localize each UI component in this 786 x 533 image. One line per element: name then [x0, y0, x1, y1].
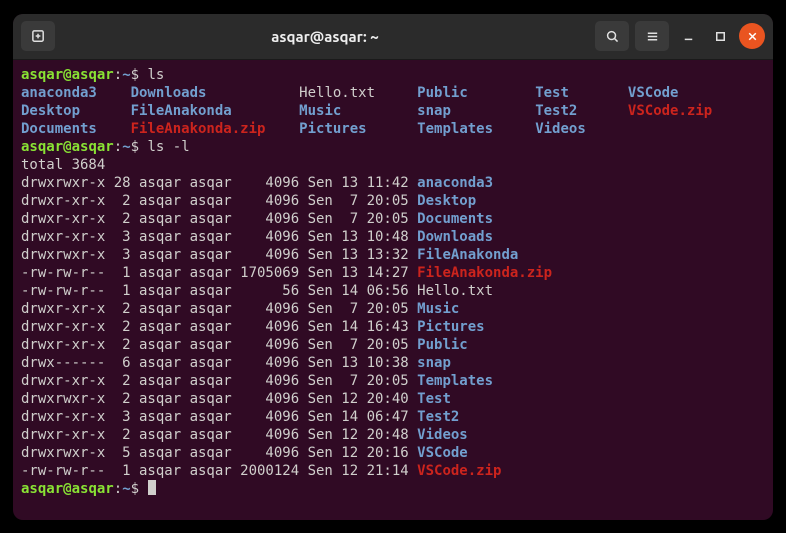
lsl-row-name: Public [417, 337, 468, 353]
ls-entry: Public [417, 85, 518, 101]
lsl-row-name: Music [417, 301, 459, 317]
prompt-path: ~ [122, 139, 130, 155]
ls-entry: FileAnakonda [131, 103, 283, 119]
prompt-host: asqar [72, 481, 114, 497]
prompt-host: asqar [72, 67, 114, 83]
lsl-row-name: Test2 [417, 409, 459, 425]
terminal-body[interactable]: asqar@asqar:~$ ls anaconda3 Downloads He… [13, 60, 773, 520]
lsl-row-name: Pictures [417, 319, 484, 335]
lsl-row-meta: -rw-rw-r-- 1 asqar asqar 2000124 Sen 12 … [21, 463, 417, 479]
lsl-row-meta: drwx------ 6 asqar asqar 4096 Sen 13 10:… [21, 355, 417, 371]
ls-entry: anaconda3 [21, 85, 114, 101]
lsl-row-meta: drwxr-xr-x 2 asqar asqar 4096 Sen 14 16:… [21, 319, 417, 335]
prompt-colon: : [114, 67, 122, 83]
lsl-row-name: anaconda3 [417, 175, 493, 191]
titlebar: asqar@asqar: ~ [13, 14, 773, 60]
lsl-row-name: VSCode [417, 445, 468, 461]
minimize-button[interactable] [675, 23, 701, 49]
lsl-row-meta: -rw-rw-r-- 1 asqar asqar 56 Sen 14 06:56 [21, 283, 417, 299]
lsl-row-name: FileAnakonda [417, 247, 518, 263]
hamburger-icon [645, 29, 660, 44]
ls-entry: VSCode [628, 85, 679, 101]
ls-entry: snap [417, 103, 518, 119]
lsl-row-meta: drwxr-xr-x 2 asqar asqar 4096 Sen 7 20:0… [21, 373, 417, 389]
prompt-colon: : [114, 481, 122, 497]
command-text: ls -l [148, 139, 190, 155]
prompt-path: ~ [122, 67, 130, 83]
ls-entry: Templates [417, 121, 518, 137]
ls-entry: Desktop [21, 103, 114, 119]
lsl-row-name: Downloads [417, 229, 493, 245]
lsl-row-name: Documents [417, 211, 493, 227]
lsl-row-meta: drwxr-xr-x 2 asqar asqar 4096 Sen 7 20:0… [21, 337, 417, 353]
ls-entry: Documents [21, 121, 114, 137]
lsl-row-meta: drwxrwxr-x 28 asqar asqar 4096 Sen 13 11… [21, 175, 417, 191]
prompt-dollar: $ [131, 139, 139, 155]
ls-entry: Downloads [131, 85, 283, 101]
lsl-row-meta: drwxrwxr-x 2 asqar asqar 4096 Sen 12 20:… [21, 391, 417, 407]
ls-entry: Test2 [535, 103, 611, 119]
window-title: asqar@asqar: ~ [271, 28, 378, 45]
lsl-row-name: FileAnakonda.zip [417, 265, 552, 281]
prompt-sep: @ [63, 139, 71, 155]
lsl-row-meta: drwxr-xr-x 3 asqar asqar 4096 Sen 13 10:… [21, 229, 417, 245]
prompt-user: asqar [21, 67, 63, 83]
lsl-row-name: Hello.txt [417, 283, 493, 299]
command-text: ls [148, 67, 165, 83]
cursor [148, 480, 156, 495]
lsl-row-name: VSCode.zip [417, 463, 501, 479]
close-icon [745, 29, 760, 44]
lsl-row-meta: -rw-rw-r-- 1 asqar asqar 1705069 Sen 13 … [21, 265, 417, 281]
prompt-user: asqar [21, 139, 63, 155]
ls-entry: FileAnakonda.zip [131, 121, 283, 137]
minimize-icon [681, 29, 696, 44]
prompt-path: ~ [122, 481, 130, 497]
prompt-host: asqar [72, 139, 114, 155]
lsl-row-meta: drwxr-xr-x 2 asqar asqar 4096 Sen 12 20:… [21, 427, 417, 443]
lsl-row-name: snap [417, 355, 451, 371]
ls-entry: Music [299, 103, 400, 119]
ls-entry: Hello.txt [299, 85, 400, 101]
lsl-total: total 3684 [21, 157, 105, 173]
prompt-sep: @ [63, 67, 71, 83]
lsl-row-name: Templates [417, 373, 493, 389]
lsl-row-meta: drwxr-xr-x 2 asqar asqar 4096 Sen 7 20:0… [21, 211, 417, 227]
ls-entry: Pictures [299, 121, 400, 137]
lsl-row-name: Test [417, 391, 451, 407]
maximize-icon [713, 29, 728, 44]
ls-entry: VSCode.zip [628, 103, 712, 119]
ls-entry: Test [535, 85, 611, 101]
search-icon [605, 29, 620, 44]
lsl-row-meta: drwxr-xr-x 2 asqar asqar 4096 Sen 7 20:0… [21, 193, 417, 209]
ls-entry: Videos [535, 121, 611, 137]
maximize-button[interactable] [707, 23, 733, 49]
close-button[interactable] [739, 23, 765, 49]
new-tab-icon [31, 29, 46, 44]
search-button[interactable] [595, 21, 629, 51]
menu-button[interactable] [635, 21, 669, 51]
lsl-row-meta: drwxrwxr-x 3 asqar asqar 4096 Sen 13 13:… [21, 247, 417, 263]
lsl-row-meta: drwxr-xr-x 3 asqar asqar 4096 Sen 14 06:… [21, 409, 417, 425]
prompt-sep: @ [63, 481, 71, 497]
prompt-colon: : [114, 139, 122, 155]
lsl-row-meta: drwxrwxr-x 5 asqar asqar 4096 Sen 12 20:… [21, 445, 417, 461]
lsl-row-meta: drwxr-xr-x 2 asqar asqar 4096 Sen 7 20:0… [21, 301, 417, 317]
prompt-user: asqar [21, 481, 63, 497]
prompt-dollar: $ [131, 481, 139, 497]
lsl-row-name: Videos [417, 427, 468, 443]
lsl-row-name: Desktop [417, 193, 476, 209]
terminal-window: asqar@asqar: ~ asqar@asqar:~$ [13, 14, 773, 520]
prompt-dollar: $ [131, 67, 139, 83]
new-tab-button[interactable] [21, 21, 55, 51]
